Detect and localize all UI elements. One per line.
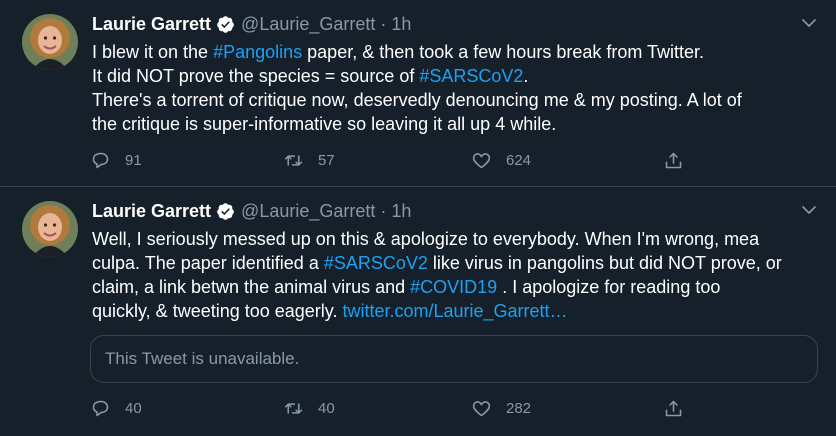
hashtag-link[interactable]: #SARSCoV2 <box>324 253 428 273</box>
tweet-line: culpa. The paper identified a #SARSCoV2 … <box>92 251 812 275</box>
retweet-button[interactable]: 40 <box>283 398 335 419</box>
tweet-header: Laurie Garrett @Laurie_Garrett · 1h <box>92 12 411 36</box>
chevron-down-icon[interactable] <box>800 14 818 32</box>
text-segment: There's a torrent of critique now, deser… <box>92 90 742 110</box>
tweet-line: the critique is super-informative so lea… <box>92 112 812 136</box>
text-segment: . I apologize for reading too <box>497 277 721 297</box>
tweet-text: I blew it on the #Pangolins paper, & the… <box>92 40 812 136</box>
share-button[interactable] <box>663 398 698 419</box>
verified-badge-icon <box>217 202 234 220</box>
tweet-line: quickly, & tweeting too eagerly. twitter… <box>92 299 812 323</box>
retweet-count: 57 <box>318 152 335 169</box>
hashtag-link[interactable]: #COVID19 <box>410 277 497 297</box>
text-segment: claim, a link betwn the animal virus and <box>92 277 411 297</box>
like-count: 282 <box>506 400 532 417</box>
tweet-line: There's a torrent of critique now, deser… <box>92 88 812 112</box>
avatar[interactable] <box>22 201 78 257</box>
quoted-tweet-unavailable[interactable]: This Tweet is unavailable. <box>90 335 818 383</box>
tweet-actions: 40 40 282 <box>90 398 690 422</box>
text-segment: . <box>523 66 529 86</box>
chevron-down-icon[interactable] <box>800 201 818 219</box>
tweet-text: Well, I seriously messed up on this & ap… <box>92 227 812 323</box>
text-segment: like virus in pangolins but did NOT prov… <box>427 253 782 273</box>
handle[interactable]: @Laurie_Garrett <box>241 201 375 222</box>
tweet-actions: 91 57 624 <box>90 150 690 174</box>
tweet-header: Laurie Garrett @Laurie_Garrett · 1h <box>92 199 411 223</box>
text-segment: culpa. The paper identified a <box>92 253 324 273</box>
verified-badge-icon <box>217 15 234 33</box>
url-link[interactable]: twitter.com/Laurie_Garrett… <box>342 301 567 321</box>
display-name[interactable]: Laurie Garrett <box>92 201 211 222</box>
display-name[interactable]: Laurie Garrett <box>92 14 211 35</box>
share-button[interactable] <box>663 150 698 171</box>
like-icon <box>472 401 491 417</box>
text-segment: It did NOT prove the species = source of <box>92 66 420 86</box>
hashtag-link[interactable]: #SARSCoV2 <box>419 66 523 86</box>
handle[interactable]: @Laurie_Garrett <box>241 14 375 35</box>
reply-button[interactable]: 91 <box>90 150 142 171</box>
timestamp[interactable]: 1h <box>391 14 411 35</box>
text-segment: paper, & then took a few hours break fro… <box>302 42 705 62</box>
tweet-2[interactable]: Laurie Garrett @Laurie_Garrett · 1h Well… <box>0 187 836 436</box>
tweet-line: I blew it on the #Pangolins paper, & the… <box>92 40 812 64</box>
retweet-icon <box>284 403 303 414</box>
tweet-line: It did NOT prove the species = source of… <box>92 64 812 88</box>
tweet-line: Well, I seriously messed up on this & ap… <box>92 227 812 251</box>
separator: · <box>380 200 387 221</box>
text-segment: I blew it on the <box>92 42 214 62</box>
like-button[interactable]: 282 <box>471 398 531 419</box>
reply-count: 40 <box>125 400 142 417</box>
tweet-line: claim, a link betwn the animal virus and… <box>92 275 812 299</box>
reply-icon <box>92 400 109 417</box>
reply-button[interactable]: 40 <box>90 398 142 419</box>
text-segment: the critique is super-informative so lea… <box>92 114 557 134</box>
text-segment: quickly, & tweeting too eagerly. <box>92 301 343 321</box>
tweet-1[interactable]: Laurie Garrett @Laurie_Garrett · 1h I bl… <box>0 0 836 187</box>
separator: · <box>380 13 387 34</box>
reply-count: 91 <box>125 152 142 169</box>
like-button[interactable]: 624 <box>471 150 531 171</box>
timestamp[interactable]: 1h <box>391 201 411 222</box>
retweet-button[interactable]: 57 <box>283 150 335 171</box>
like-icon <box>472 153 491 169</box>
reply-icon <box>92 152 109 169</box>
share-icon <box>665 400 682 417</box>
quote-text: This Tweet is unavailable. <box>105 349 300 368</box>
retweet-icon <box>284 155 303 166</box>
retweet-count: 40 <box>318 400 335 417</box>
hashtag-link[interactable]: #Pangolins <box>213 42 302 62</box>
like-count: 624 <box>506 152 532 169</box>
avatar[interactable] <box>22 14 78 70</box>
share-icon <box>665 152 682 169</box>
text-segment: Well, I seriously messed up on this & ap… <box>92 229 760 249</box>
